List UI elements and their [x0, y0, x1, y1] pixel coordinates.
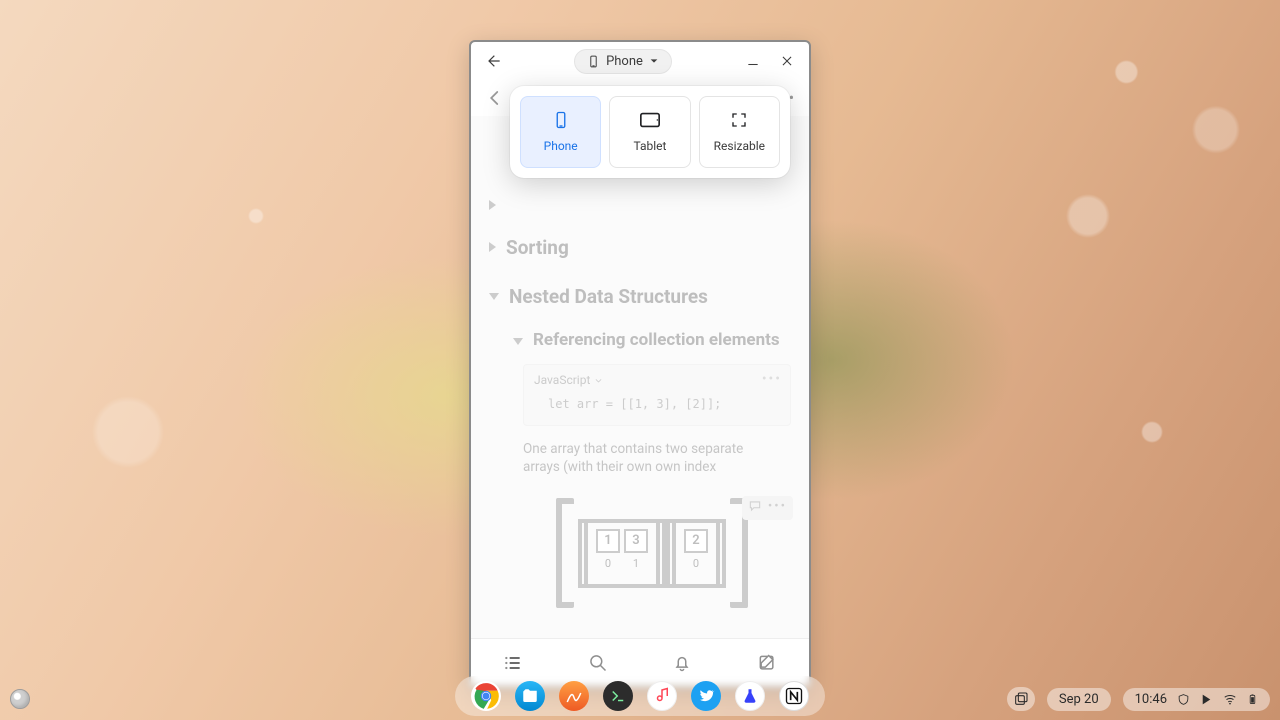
- code-language-picker[interactable]: JavaScript: [534, 373, 780, 387]
- dock-app-notion[interactable]: [779, 681, 809, 711]
- comment-icon[interactable]: [748, 499, 762, 517]
- code-more-button[interactable]: •••: [762, 371, 782, 387]
- taskbar: Sep 20 10:46: [0, 678, 1280, 720]
- cell: 1: [596, 529, 620, 553]
- code-block[interactable]: ••• JavaScript let arr = [[1, 3], [2]];: [523, 364, 791, 426]
- subarray-left: 1 3 0 1: [584, 519, 660, 588]
- tray-time-text: 10:46: [1135, 692, 1167, 707]
- disclosure-right-icon: [489, 242, 496, 252]
- device-option-label: Phone: [544, 139, 578, 153]
- cell: 2: [684, 529, 708, 553]
- dock-app-twitter[interactable]: [691, 681, 721, 711]
- device-option-label: Tablet: [634, 139, 667, 153]
- subarray-right: 2 0: [672, 519, 720, 588]
- device-option-phone[interactable]: Phone: [520, 96, 601, 168]
- section-heading: Nested Data Structures: [509, 285, 708, 308]
- section-nested[interactable]: Nested Data Structures: [489, 285, 791, 308]
- dock-app-editor[interactable]: [559, 681, 589, 711]
- paragraph-text: One array that contains two separate arr…: [523, 440, 753, 476]
- system-tray: Sep 20 10:46: [1007, 687, 1270, 711]
- tray-status-chip[interactable]: 10:46: [1123, 688, 1270, 711]
- window-titlebar: Phone: [471, 42, 809, 80]
- tray-date-chip[interactable]: Sep 20: [1047, 688, 1111, 711]
- wifi-icon: [1223, 692, 1237, 706]
- device-option-resizable[interactable]: Resizable: [699, 96, 780, 168]
- dock-app-music[interactable]: [647, 681, 677, 711]
- bracket-left-icon: [556, 498, 574, 608]
- code-text: let arr = [[1, 3], [2]];: [534, 397, 780, 411]
- tablet-icon: [639, 111, 661, 129]
- device-mode-popover: Phone Tablet Resizable: [510, 86, 790, 178]
- diagram-block[interactable]: ••• 1 3 0 1 2: [513, 498, 791, 608]
- play-store-icon: [1200, 693, 1213, 706]
- section-heading: Referencing collection elements: [533, 330, 780, 350]
- section-referencing[interactable]: Referencing collection elements: [513, 330, 791, 350]
- section-sorting[interactable]: Sorting: [489, 236, 791, 259]
- section-heading: Sorting: [506, 236, 569, 259]
- cell: 3: [624, 529, 648, 553]
- battery-icon: [1247, 692, 1258, 706]
- chevron-down-icon: [594, 376, 603, 385]
- dock-app-files[interactable]: [515, 681, 545, 711]
- index-label: 0: [684, 557, 708, 570]
- caret-down-icon: [649, 56, 659, 66]
- launcher-button[interactable]: [10, 689, 30, 709]
- disclosure-down-icon: [513, 338, 523, 345]
- dock-app-terminal[interactable]: [603, 681, 633, 711]
- device-mode-dropdown[interactable]: Phone: [574, 49, 672, 74]
- device-mode-label: Phone: [606, 54, 643, 69]
- back-button[interactable]: [479, 47, 507, 75]
- dock-app-chrome[interactable]: [471, 681, 501, 711]
- shield-icon: [1177, 693, 1190, 706]
- phone-icon: [552, 111, 570, 129]
- section-row[interactable]: [489, 194, 791, 210]
- code-language-label: JavaScript: [534, 373, 590, 387]
- tray-screenshot-button[interactable]: [1007, 687, 1035, 711]
- disclosure-right-icon: [489, 200, 496, 210]
- minimize-button[interactable]: [739, 47, 767, 75]
- resizable-icon: [730, 111, 748, 129]
- index-label: 1: [624, 557, 648, 570]
- layers-icon: [1013, 691, 1029, 707]
- phone-icon: [587, 55, 600, 68]
- page-back-button[interactable]: [481, 84, 509, 112]
- diagram-toolbar: •••: [742, 496, 793, 520]
- tray-date-text: Sep 20: [1059, 692, 1099, 707]
- device-option-tablet[interactable]: Tablet: [609, 96, 690, 168]
- close-button[interactable]: [773, 47, 801, 75]
- disclosure-down-icon: [489, 293, 499, 300]
- diagram-more-button[interactable]: •••: [768, 499, 787, 517]
- shelf-dock: [455, 676, 825, 716]
- document-content[interactable]: Sorting Nested Data Structures Referenci…: [471, 116, 809, 638]
- dock-app-lab[interactable]: [735, 681, 765, 711]
- index-label: 0: [596, 557, 620, 570]
- device-option-label: Resizable: [714, 139, 765, 153]
